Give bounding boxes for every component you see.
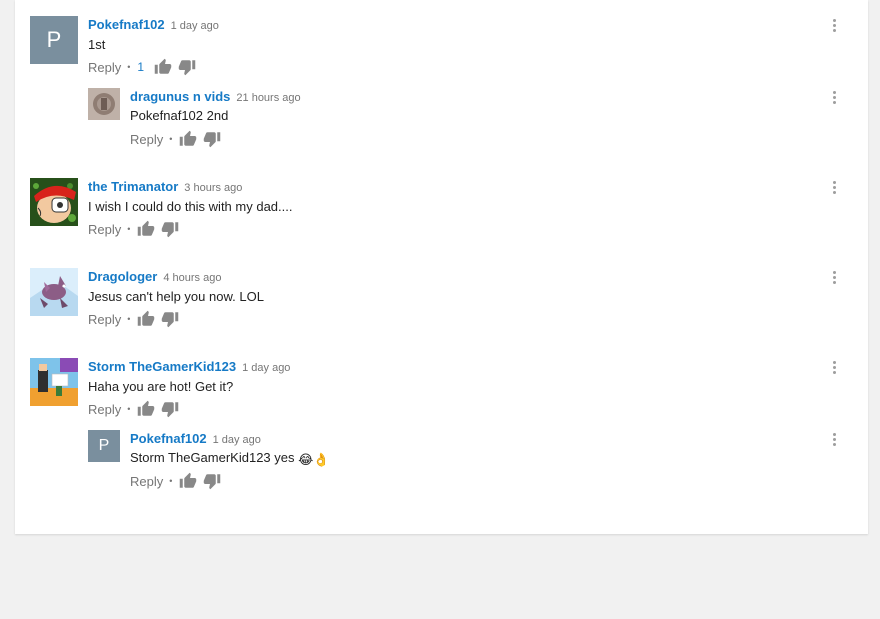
thumbs-up-icon[interactable] — [137, 310, 155, 328]
avatar[interactable] — [88, 88, 120, 120]
avatar[interactable]: P — [30, 16, 78, 64]
separator-dot: • — [127, 224, 131, 234]
thumbs-up-icon[interactable] — [179, 130, 197, 148]
avatar-letter: P — [98, 437, 110, 454]
comment-time[interactable]: 21 hours ago — [236, 92, 300, 104]
avatar[interactable] — [30, 268, 78, 316]
thumbs-down-icon[interactable] — [161, 220, 179, 238]
reply-button[interactable]: Reply — [88, 312, 121, 327]
comment-time[interactable]: 1 day ago — [213, 434, 261, 446]
avatar[interactable] — [30, 358, 78, 406]
comment-time[interactable]: 3 hours ago — [184, 182, 242, 194]
more-vert-icon[interactable] — [828, 19, 840, 35]
reply-comment: dragunus n vids 21 hours ago Pokefnaf102 … — [88, 88, 850, 150]
comment: Dragologer 4 hours ago Jesus can't help y… — [30, 268, 850, 338]
comment-text: Pokefnaf102 2nd — [130, 108, 229, 123]
separator-dot: • — [127, 404, 131, 414]
comment-time[interactable]: 1 day ago — [171, 20, 219, 32]
more-vert-icon[interactable] — [828, 181, 840, 197]
thumbs-up-icon[interactable] — [179, 472, 197, 490]
reply-button[interactable]: Reply — [130, 132, 163, 147]
thumbs-down-icon[interactable] — [161, 400, 179, 418]
avatar[interactable] — [30, 178, 78, 226]
more-vert-icon[interactable] — [828, 91, 840, 107]
comment-text-wrap: Storm TheGamerKid123 yes 😂👌 — [130, 450, 330, 468]
avatar-letter: P — [46, 27, 62, 52]
like-count: 1 — [137, 60, 145, 74]
avatar[interactable]: P — [88, 430, 120, 462]
thumbs-down-icon[interactable] — [203, 472, 221, 490]
thumbs-down-icon[interactable] — [203, 130, 221, 148]
comment-text: Haha you are hot! Get it? — [88, 379, 234, 394]
more-vert-icon[interactable] — [828, 433, 840, 449]
more-vert-icon[interactable] — [828, 361, 840, 377]
separator-dot: • — [127, 314, 131, 324]
reply-button[interactable]: Reply — [88, 222, 121, 237]
comment-time[interactable]: 1 day ago — [242, 362, 290, 374]
separator-dot: • — [169, 476, 173, 486]
reply-button[interactable]: Reply — [88, 402, 121, 417]
comments-panel: P Pokefnaf102 1 day ago 1st Reply • 1 dra… — [15, 0, 868, 534]
comment-text: Jesus can't help you now. LOL — [88, 289, 264, 304]
comment-text: Storm TheGamerKid123 yes — [130, 450, 295, 465]
thumbs-up-icon[interactable] — [137, 220, 155, 238]
more-vert-icon[interactable] — [828, 271, 840, 287]
comment-author[interactable]: Pokefnaf102 — [88, 17, 165, 32]
comment: P Pokefnaf102 1 day ago 1st Reply • 1 — [30, 16, 850, 86]
thumbs-down-icon[interactable] — [178, 58, 196, 76]
thumbs-up-icon[interactable] — [154, 58, 172, 76]
comment-text: I wish I could do this with my dad.... — [88, 199, 293, 214]
thumbs-down-icon[interactable] — [161, 310, 179, 328]
comment-author[interactable]: Storm TheGamerKid123 — [88, 359, 236, 374]
comment-author[interactable]: Pokefnaf102 — [130, 431, 207, 446]
comment: Storm TheGamerKid123 1 day ago Haha you a… — [30, 358, 850, 428]
comment: the Trimanator 3 hours ago I wish I could… — [30, 178, 850, 248]
comment-author[interactable]: the Trimanator — [88, 179, 178, 194]
separator-dot: • — [169, 134, 173, 144]
comment-time[interactable]: 4 hours ago — [163, 272, 221, 284]
thumbs-up-icon[interactable] — [137, 400, 155, 418]
reply-comment: P Pokefnaf102 1 day ago Storm TheGamerKid… — [88, 430, 850, 492]
comment-author[interactable]: Dragologer — [88, 269, 157, 284]
emoji-laugh-ok: 😂👌 — [298, 452, 330, 467]
reply-button[interactable]: Reply — [88, 60, 121, 75]
comment-author[interactable]: dragunus n vids — [130, 89, 230, 104]
comment-text: 1st — [88, 37, 106, 52]
separator-dot: • — [127, 62, 131, 72]
reply-button[interactable]: Reply — [130, 474, 163, 489]
